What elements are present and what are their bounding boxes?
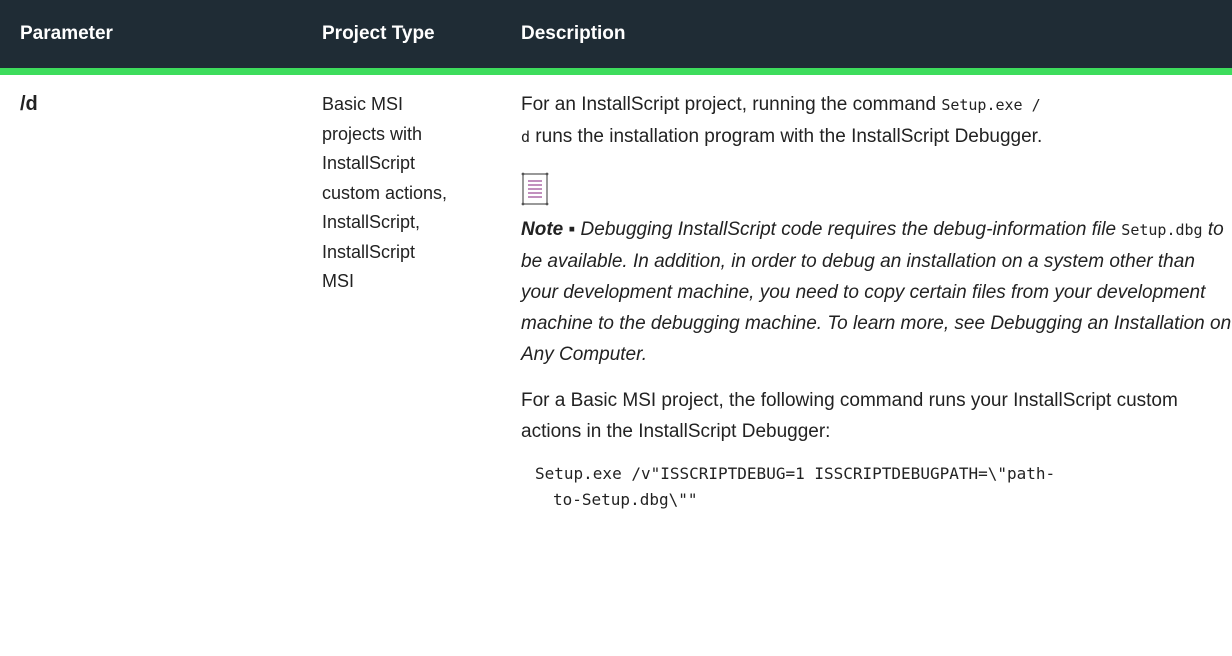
table-row: /d Basic MSI projects with InstallScript… [0,75,1232,513]
project-type-line: MSI [322,271,355,291]
note-paragraph: Note ▪ Debugging InstallScript code requ… [521,214,1232,370]
project-type-line: Basic MSI [322,94,404,114]
note-code: Setup.dbg [1121,221,1203,239]
command-code-block: Setup.exe /v"ISSCRIPTDEBUG=1 ISSCRIPTDEB… [521,461,1232,513]
intro-text-before: For an InstallScript project, running th… [521,94,942,115]
header-project-type: Project Type [322,23,435,44]
note-text-2: to be available. In addition, in order t… [521,219,1232,365]
note-block: Note ▪ Debugging InstallScript code requ… [521,214,1232,370]
header-parameter: Parameter [20,23,113,44]
parameter-table: Parameter Project Type Description /d Ba… [0,0,1232,513]
table-header-row: Parameter Project Type Description [0,0,1232,75]
project-type-line: InstallScript [322,153,416,173]
description-intro: For an InstallScript project, running th… [521,89,1232,153]
parameter-name: /d [20,93,38,115]
intro-code-1: Setup.exe / [941,96,1041,114]
header-description: Description [521,23,626,44]
project-type-line: custom actions, [322,182,448,203]
intro-text-after: runs the installation program with the I… [530,126,1043,147]
code-line-1: Setup.exe /v"ISSCRIPTDEBUG=1 ISSCRIPTDEB… [535,464,1056,483]
project-type-cell: Basic MSI projects with InstallScript cu… [322,89,521,513]
project-type-line: projects with [322,123,423,144]
note-icon [521,172,549,206]
note-label: Note [521,219,564,240]
note-text-1: Debugging InstallScript code requires th… [580,219,1122,240]
note-bullet: ▪ [563,219,581,240]
intro-code-2: d [521,128,531,146]
project-type-line: InstallScript, [322,212,421,232]
description-cell: For an InstallScript project, running th… [521,89,1232,513]
parameter-cell: /d [0,89,322,513]
project-type-line: InstallScript [322,241,416,262]
code-line-2: to-Setup.dbg\"" [553,490,698,509]
basic-msi-paragraph: For a Basic MSI project, the following c… [521,390,1178,442]
